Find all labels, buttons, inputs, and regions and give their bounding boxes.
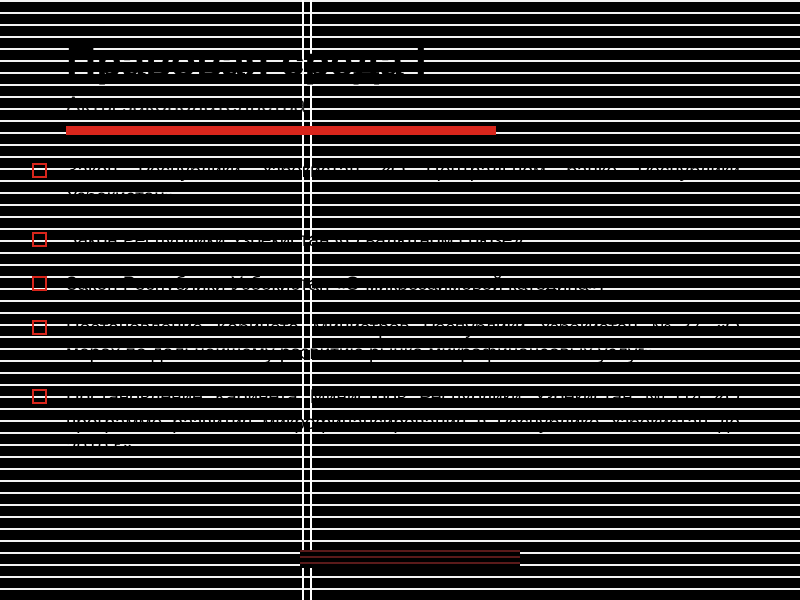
square-bullet-icon [32,232,47,247]
list-item-text: Закон Республики Узбекистан «О Центральн… [66,161,740,208]
title-underline [66,126,496,135]
list-item-text: Закон Республики Узбекистан «О валютном … [66,230,528,251]
slide-title: Правовая среда I [66,40,740,84]
list-item: Постановление Кабинета Министров Республ… [32,316,740,367]
square-bullet-icon [32,163,47,178]
list-item-text: Постановление Кабинета Министров Республ… [66,318,740,365]
list-item: Закон Республики Узбекистан «О валютном … [32,228,740,254]
slide-subtitle: Акты законодательства [66,92,740,118]
list-item: Закон Республики Узбекистан «О Центральн… [32,159,740,210]
square-bullet-icon [32,389,47,404]
list-item: Постановление Кабинета Министров Республ… [32,385,740,462]
list-item: Закон Республики Узбекистан «О микрозаим… [32,272,740,298]
square-bullet-icon [32,320,47,335]
slide-content: Правовая среда I Акты законодательства З… [0,0,800,600]
square-bullet-icon [32,276,47,291]
list-item-text: Закон Республики Узбекистан «О микрозаим… [66,274,604,295]
list-item-text: Постановление Кабинета Министров Республ… [66,387,740,459]
bullet-list: Закон Республики Узбекистан «О Центральн… [66,159,740,462]
